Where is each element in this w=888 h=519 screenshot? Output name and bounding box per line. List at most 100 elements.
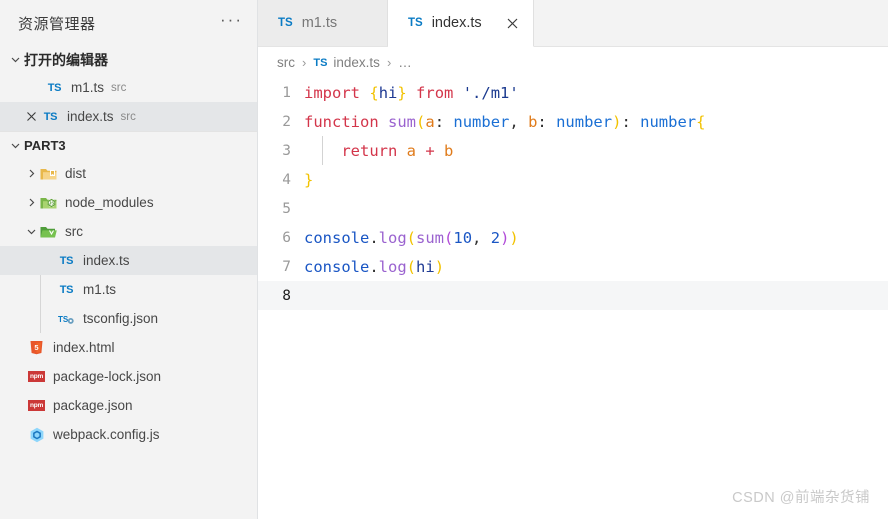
chevron-down-icon: [22, 226, 40, 237]
line-number: 7: [282, 258, 291, 275]
file-label: package.json: [53, 398, 133, 413]
explorer-title-row: 资源管理器 ···: [0, 0, 257, 46]
svg-text:JS: JS: [49, 200, 55, 205]
file-item-m1-ts[interactable]: TS m1.ts: [0, 275, 257, 304]
typescript-file-icon: TS: [313, 56, 328, 69]
file-item-tsconfig-json[interactable]: TS tsconfig.json: [0, 304, 257, 333]
npm-file-icon: npm: [28, 368, 45, 385]
editor-area: TS m1.ts TS index.ts src › TS index.ts ›…: [258, 0, 888, 519]
tsconfig-file-icon: TS: [58, 310, 75, 327]
file-item-package-json[interactable]: npm package.json: [0, 391, 257, 420]
file-label: m1.ts: [83, 282, 117, 297]
file-item-package-lock-json[interactable]: npm package-lock.json: [0, 362, 257, 391]
line-number: 2: [282, 113, 291, 130]
file-item-index-html[interactable]: 5 index.html: [0, 333, 257, 362]
folder-label: dist: [65, 166, 87, 181]
code-line: 7 console.log(hi): [258, 252, 888, 281]
editor-tab-bar: TS m1.ts TS index.ts: [258, 0, 888, 47]
code-line: 6 console.log(sum(10, 2)): [258, 223, 888, 252]
file-label: index.html: [53, 340, 115, 355]
file-label: package-lock.json: [53, 369, 162, 384]
more-actions-icon[interactable]: ···: [220, 11, 243, 31]
tab-index-ts[interactable]: TS index.ts: [388, 0, 534, 47]
folder-label: node_modules: [65, 195, 154, 210]
chevron-right-icon: [22, 168, 40, 179]
line-number: 5: [282, 200, 291, 217]
line-number: 8: [282, 287, 291, 304]
folder-item-dist[interactable]: dist: [0, 159, 257, 188]
chevron-right-icon: ›: [386, 55, 392, 70]
close-icon[interactable]: [506, 17, 519, 30]
open-editor-name: index.ts: [67, 109, 114, 124]
folder-item-src[interactable]: src: [0, 217, 257, 246]
breadcrumb-file[interactable]: index.ts: [333, 55, 380, 70]
open-editor-item-index[interactable]: TS index.ts src: [0, 102, 257, 131]
chevron-down-icon: [6, 140, 24, 151]
typescript-file-icon: TS: [59, 254, 74, 267]
close-icon[interactable]: [20, 111, 42, 122]
svg-text:TS: TS: [58, 314, 69, 323]
webpack-file-icon: [28, 426, 45, 443]
workspace-name-label: PART3: [24, 138, 66, 153]
folder-src-open-icon: [40, 223, 57, 240]
line-number: 1: [282, 84, 291, 101]
chevron-right-icon: [22, 197, 40, 208]
file-label: tsconfig.json: [83, 311, 159, 326]
file-item-index-ts[interactable]: TS index.ts: [0, 246, 257, 275]
indent-guide: [322, 136, 323, 165]
line-number: 6: [282, 229, 291, 246]
code-line-text: import {hi} from './m1': [304, 83, 519, 102]
section-workspace-part3[interactable]: PART3: [0, 131, 257, 159]
code-line-text: console.log(sum(10, 2)): [304, 228, 519, 247]
npm-badge: npm: [28, 400, 45, 411]
typescript-file-icon: TS: [59, 283, 74, 296]
file-label: index.ts: [83, 253, 130, 268]
file-label: webpack.config.js: [53, 427, 160, 442]
code-line-active: 8: [258, 281, 888, 310]
typescript-file-icon: TS: [278, 17, 293, 29]
code-line: 2 function sum(a: number, b: number): nu…: [258, 107, 888, 136]
code-line: 1 import {hi} from './m1': [258, 78, 888, 107]
code-line-text: }: [304, 170, 314, 189]
tab-label: index.ts: [431, 15, 482, 31]
line-number: 4: [282, 171, 291, 188]
typescript-file-icon: TS: [43, 110, 58, 123]
chevron-right-icon: ›: [302, 55, 307, 70]
section-open-editors-label: 打开的编辑器: [24, 51, 108, 68]
typescript-file-icon: TS: [47, 81, 62, 94]
folder-item-node-modules[interactable]: JS node_modules: [0, 188, 257, 217]
code-line-text: return a + b: [341, 141, 454, 160]
typescript-file-icon: TS: [408, 17, 423, 29]
vscode-window: 资源管理器 ··· 打开的编辑器 TS m1.ts src TS index.t…: [0, 0, 888, 519]
npm-file-icon: npm: [28, 397, 45, 414]
line-number: 3: [282, 142, 291, 159]
folder-node-icon: JS: [40, 194, 57, 211]
watermark: CSDN @前端杂货铺: [732, 490, 870, 506]
chevron-down-icon: [6, 54, 24, 65]
code-line: 3 return a + b: [258, 136, 888, 165]
open-editor-folder: src: [111, 81, 127, 94]
section-open-editors[interactable]: 打开的编辑器: [0, 46, 257, 73]
explorer-title: 资源管理器: [18, 15, 96, 33]
tab-m1-ts[interactable]: TS m1.ts: [258, 0, 388, 46]
open-editor-folder: src: [120, 110, 136, 123]
breadcrumb-folder[interactable]: src: [277, 55, 295, 70]
code-line-text: function sum(a: number, b: number): numb…: [304, 112, 706, 131]
html5-file-icon: 5: [28, 339, 45, 356]
tab-label: m1.ts: [301, 15, 338, 31]
code-editor[interactable]: 1 import {hi} from './m1' 2 function sum…: [258, 78, 888, 310]
file-item-webpack-config-js[interactable]: webpack.config.js: [0, 420, 257, 449]
code-line: 4 }: [258, 165, 888, 194]
npm-badge: npm: [28, 371, 45, 382]
breadcrumb: src › TS index.ts › …: [258, 47, 888, 78]
folder-label: src: [65, 224, 83, 239]
src-children-group: TS index.ts TS m1.ts TS tsconfig.json: [0, 246, 257, 333]
explorer-sidebar: 资源管理器 ··· 打开的编辑器 TS m1.ts src TS index.t…: [0, 0, 258, 519]
svg-text:5: 5: [34, 343, 38, 352]
open-editor-name: m1.ts: [71, 80, 105, 95]
folder-yellow-icon: [40, 165, 57, 182]
open-editor-item-m1[interactable]: TS m1.ts src: [0, 73, 257, 102]
code-line: 5: [258, 194, 888, 223]
code-line-text: console.log(hi): [304, 257, 445, 276]
breadcrumb-overflow[interactable]: …: [398, 55, 412, 70]
